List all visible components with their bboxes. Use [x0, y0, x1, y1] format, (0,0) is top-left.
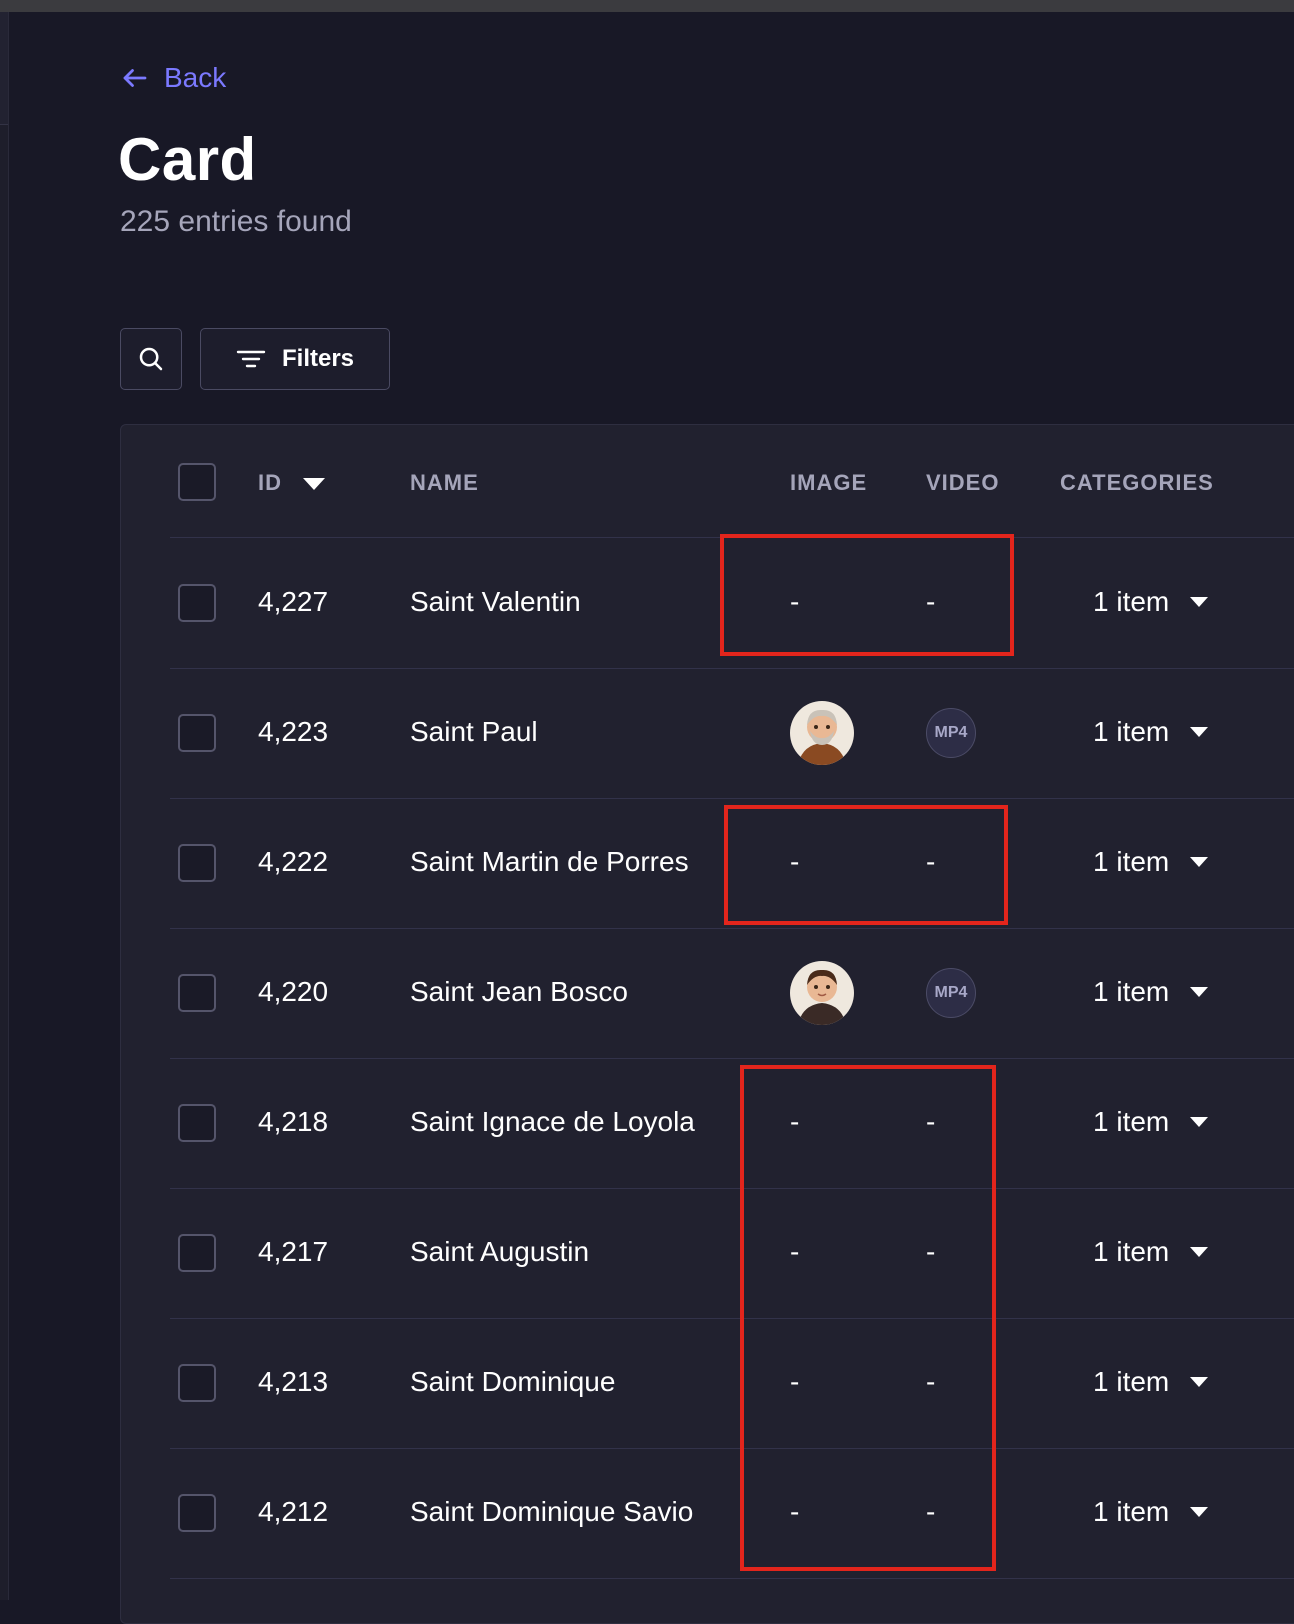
row-checkbox[interactable]: [178, 584, 216, 622]
column-header-id-label: ID: [258, 470, 282, 495]
page-title: Card: [118, 126, 257, 193]
row-checkbox[interactable]: [178, 1494, 216, 1532]
cell-id: 4,212: [258, 1496, 329, 1527]
row-divider: [170, 1578, 1294, 1579]
categories-dropdown[interactable]: 1 item: [1093, 1106, 1209, 1138]
row-checkbox[interactable]: [178, 714, 216, 752]
column-header-id[interactable]: ID: [258, 470, 282, 496]
filters-label: Filters: [281, 345, 355, 372]
categories-count: 1 item: [1093, 1106, 1170, 1137]
side-rail-active-mark: [0, 12, 8, 125]
chevron-down-icon: [1190, 1507, 1209, 1517]
row-divider: [170, 798, 1294, 799]
categories-dropdown[interactable]: 1 item: [1093, 976, 1209, 1008]
categories-count: 1 item: [1093, 586, 1170, 617]
highlight-box: [724, 805, 1008, 925]
cell-name: Saint Augustin: [410, 1236, 590, 1267]
categories-count: 1 item: [1093, 1236, 1170, 1267]
chevron-down-icon: [1190, 1247, 1209, 1257]
back-link[interactable]: Back: [120, 62, 226, 94]
highlight-box: [720, 534, 1014, 656]
categories-dropdown[interactable]: 1 item: [1093, 1366, 1209, 1398]
categories-dropdown[interactable]: 1 item: [1093, 586, 1209, 618]
cell-name: Saint Paul: [410, 716, 538, 747]
categories-count: 1 item: [1093, 1366, 1170, 1397]
row-checkbox[interactable]: [178, 844, 216, 882]
cell-id: 4,217: [258, 1236, 329, 1267]
row-divider: [170, 668, 1294, 669]
window-top-bar: [0, 0, 1294, 12]
column-header-name[interactable]: NAME: [410, 470, 479, 496]
cell-name: Saint Jean Bosco: [410, 976, 628, 1007]
cell-name: Saint Martin de Porres: [410, 846, 689, 877]
row-divider: [170, 1448, 1294, 1449]
cell-id: 4,213: [258, 1366, 329, 1397]
row-checkbox[interactable]: [178, 974, 216, 1012]
filter-icon: [236, 350, 266, 368]
sort-descending-icon[interactable]: [302, 477, 326, 491]
categories-count: 1 item: [1093, 976, 1170, 1007]
row-divider: [170, 928, 1294, 929]
row-divider: [170, 1188, 1294, 1189]
categories-count: 1 item: [1093, 1496, 1170, 1527]
cell-video-mp4-badge[interactable]: MP4: [926, 968, 976, 1018]
search-button[interactable]: [120, 328, 182, 390]
highlight-box: [740, 1065, 996, 1571]
categories-dropdown[interactable]: 1 item: [1093, 1496, 1209, 1528]
chevron-down-icon: [1190, 1377, 1209, 1387]
arrow-left-icon: [123, 69, 147, 87]
chevron-down-icon: [1190, 1117, 1209, 1127]
cell-image-thumbnail[interactable]: [790, 701, 854, 765]
column-header-video[interactable]: VIDEO: [926, 470, 999, 496]
row-divider: [170, 1318, 1294, 1319]
cell-name: Saint Dominique Savio: [410, 1496, 694, 1527]
cell-name: Saint Valentin: [410, 586, 581, 617]
categories-count: 1 item: [1093, 716, 1170, 747]
chevron-down-icon: [1190, 597, 1209, 607]
select-all-checkbox[interactable]: [178, 463, 216, 501]
cell-id: 4,227: [258, 586, 329, 617]
cell-name: Saint Dominique: [410, 1366, 616, 1397]
cell-id: 4,220: [258, 976, 329, 1007]
chevron-down-icon: [1190, 727, 1209, 737]
cell-name: Saint Ignace de Loyola: [410, 1106, 695, 1137]
cell-video-mp4-badge[interactable]: MP4: [926, 708, 976, 758]
categories-count: 1 item: [1093, 846, 1170, 877]
categories-dropdown[interactable]: 1 item: [1093, 846, 1209, 878]
row-divider: [170, 1058, 1294, 1059]
categories-dropdown[interactable]: 1 item: [1093, 1236, 1209, 1268]
filters-button[interactable]: Filters: [200, 328, 390, 390]
cell-image-thumbnail[interactable]: [790, 961, 854, 1025]
categories-dropdown[interactable]: 1 item: [1093, 716, 1209, 748]
cell-id: 4,222: [258, 846, 329, 877]
row-checkbox[interactable]: [178, 1104, 216, 1142]
column-header-image[interactable]: IMAGE: [790, 470, 867, 496]
chevron-down-icon: [1190, 987, 1209, 997]
chevron-down-icon: [1190, 857, 1209, 867]
cell-id: 4,223: [258, 716, 329, 747]
entries-count: 225 entries found: [120, 205, 352, 238]
column-header-categories[interactable]: CATEGORIES: [1060, 470, 1214, 496]
back-label: Back: [164, 62, 227, 93]
row-checkbox[interactable]: [178, 1234, 216, 1272]
row-checkbox[interactable]: [178, 1364, 216, 1402]
cell-id: 4,218: [258, 1106, 329, 1137]
search-icon: [139, 347, 163, 371]
side-rail: [0, 12, 9, 1600]
